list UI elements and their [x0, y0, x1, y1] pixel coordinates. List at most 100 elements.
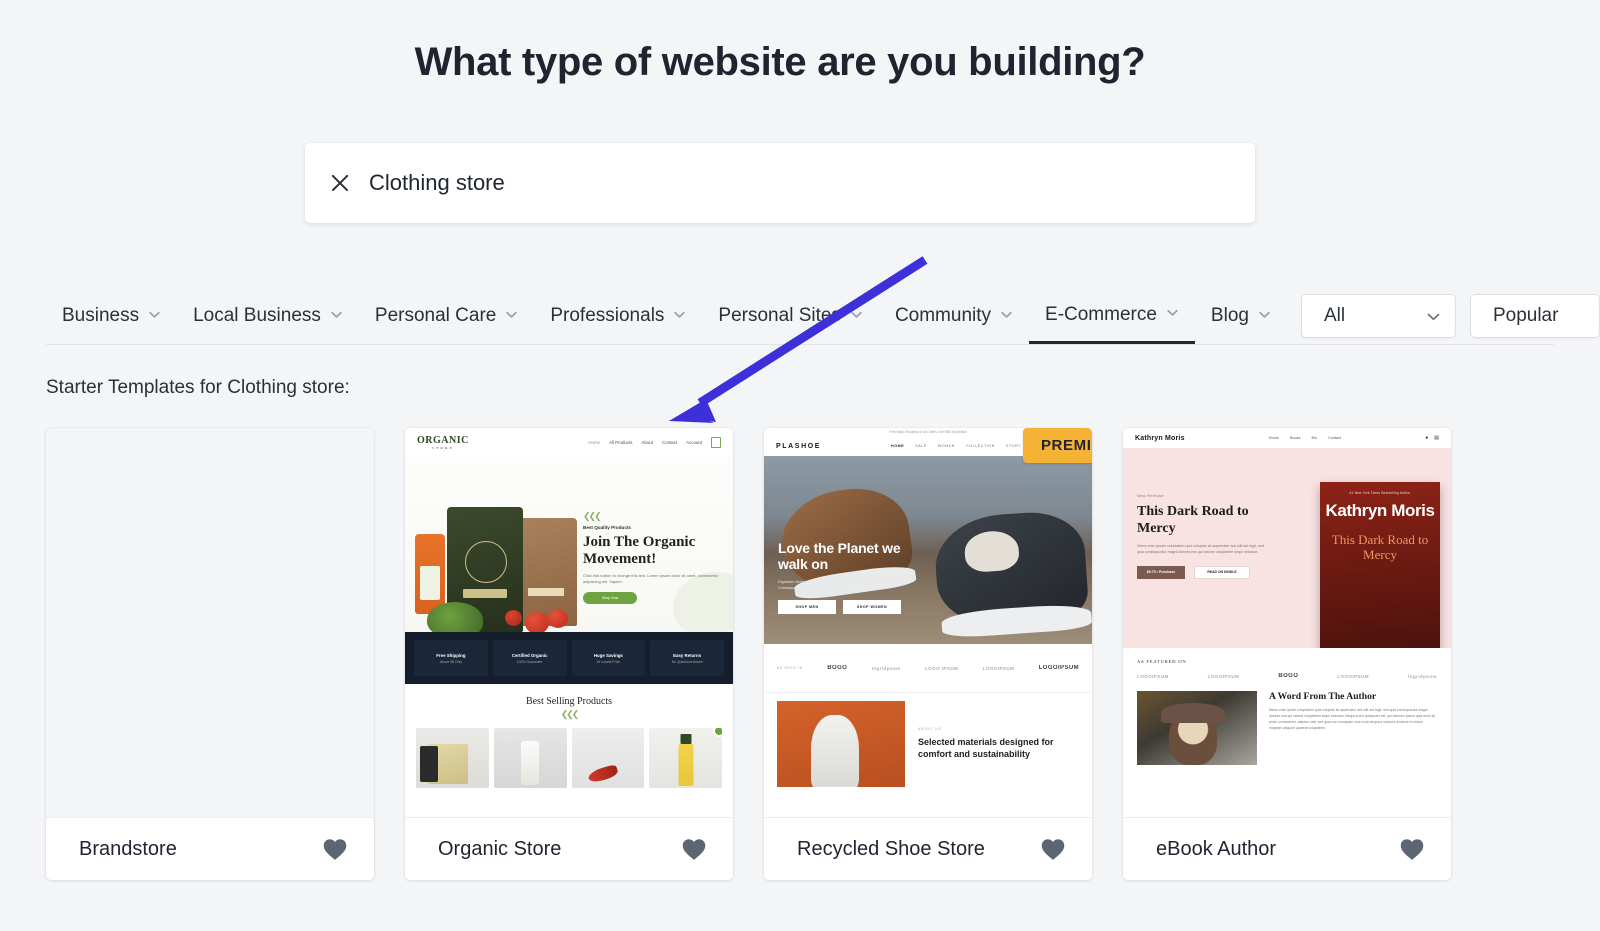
mini-author-section: A Word From The Author Nemo enim ipsam v…	[1123, 679, 1451, 765]
mini-body: Click edit button to change this text. L…	[583, 573, 725, 585]
template-card-footer: Recycled Shoe Store	[764, 818, 1092, 880]
mini-section-heading: A Word From The Author	[1269, 691, 1437, 702]
mini-logo-text: ORGANIC	[417, 435, 469, 446]
mini-brand-logo: BOGO	[827, 665, 847, 671]
mini-brand-logo: LOGO IPSUM	[925, 666, 958, 671]
tab-community[interactable]: Community	[879, 288, 1029, 344]
shoe-store-mini-site: Free Basic Shipping on All Orders Over $…	[764, 428, 1092, 817]
mini-nav-link: Books	[1290, 436, 1301, 440]
tab-professionals[interactable]: Professionals	[534, 288, 702, 344]
tab-personal-care[interactable]: Personal Care	[359, 288, 534, 344]
mini-product-thumb	[416, 728, 489, 788]
tab-business[interactable]: Business	[46, 288, 177, 344]
mini-feature: Easy Returns No Questions Asked	[650, 640, 724, 676]
mini-feature-sub: No Questions Asked	[672, 660, 703, 664]
tab-personal-sites[interactable]: Personal Sites	[702, 288, 879, 344]
mini-hero: Love the Planet we walk on Dignissim fer…	[764, 456, 1092, 644]
sort-filter-dropdown[interactable]: Popular	[1470, 294, 1600, 338]
tab-label: Professionals	[550, 305, 664, 327]
mini-logo-strip-label: AS SEEN IN	[777, 666, 803, 670]
tab-label: Local Business	[193, 305, 321, 327]
cart-icon	[711, 437, 721, 448]
add-to-cart-icon	[713, 728, 722, 737]
mini-feature-title: Huge Savings	[594, 653, 623, 658]
mini-brand-logo: LOGOIPSUM	[1039, 665, 1079, 671]
mini-kicker: Best Quality Products	[583, 525, 725, 530]
mini-logo: PLASHOE	[776, 443, 821, 450]
tab-blog[interactable]: Blog	[1195, 288, 1287, 344]
heart-icon[interactable]	[322, 837, 348, 861]
mini-body: Nemo enim ipsam voluptatem quia voluptas…	[1269, 708, 1437, 732]
template-title: Recycled Shoe Store	[797, 838, 985, 861]
mini-product-thumb	[649, 728, 722, 788]
mini-feature-sub: 100% Guarantee	[517, 660, 543, 664]
mini-features-bar: Free Shipping Above $5 Only Certified Or…	[405, 632, 733, 684]
shoe-photo-black	[932, 509, 1089, 629]
mini-feature-title: Certified Organic	[512, 653, 548, 658]
mini-section-heading: Selected materials designed for comfort …	[918, 736, 1079, 760]
mini-feature: Huge Savings At Lowest Price	[572, 640, 646, 676]
type-filter-dropdown[interactable]: All	[1301, 294, 1456, 338]
mini-brand-logo: LOGOIPSUM	[983, 666, 1015, 671]
book-cover-title: This Dark Road to Mercy	[1320, 533, 1440, 563]
template-card-recycled-shoe-store[interactable]: PREMIUM Free Basic Shipping on All Order…	[764, 428, 1092, 880]
heart-icon[interactable]	[681, 837, 707, 861]
mini-cta-button: Shop Now	[583, 592, 637, 604]
mini-brand-logo: LOGOIPSUM	[1137, 674, 1169, 679]
tab-label: Business	[62, 305, 139, 327]
template-preview	[46, 428, 374, 818]
close-icon[interactable]	[327, 170, 353, 196]
leaf-divider-icon: ❮❮❮	[583, 512, 725, 521]
search-field[interactable]	[305, 143, 1255, 223]
search-input[interactable]	[369, 170, 1169, 196]
template-preview: Kathryn Moris Home Books Bio Contact ● ▤	[1123, 428, 1451, 818]
tabs-divider	[46, 344, 1554, 345]
template-title: Brandstore	[79, 838, 177, 861]
tab-e-commerce[interactable]: E-Commerce	[1029, 288, 1195, 344]
mini-logo-strip: AS SEEN IN BOGO Ingridpsum LOGO IPSUM LO…	[764, 644, 1092, 692]
product-pouch-brown	[515, 518, 577, 626]
template-card-brandstore[interactable]: Brandstore	[46, 428, 374, 880]
template-title: eBook Author	[1156, 838, 1276, 861]
chevron-down-icon	[850, 308, 863, 321]
mini-nav-link: COLLECTION	[966, 444, 995, 448]
template-card-footer: eBook Author	[1123, 818, 1451, 880]
template-card-ebook-author[interactable]: Kathryn Moris Home Books Bio Contact ● ▤	[1123, 428, 1451, 880]
mini-cta-group: SHOP MEN SHOP WOMEN	[778, 600, 928, 614]
mini-product-row	[405, 720, 733, 788]
template-preview: Free Basic Shipping on All Orders Over $…	[764, 428, 1092, 818]
mini-cta-button: SHOP MEN	[778, 600, 836, 614]
mini-brand-logo: LOGOIPSUM	[1208, 674, 1240, 679]
heart-icon[interactable]	[1040, 837, 1066, 861]
mini-brand-logo: ingridpsum	[1408, 674, 1437, 679]
tab-local-business[interactable]: Local Business	[177, 288, 359, 344]
chevron-down-icon	[330, 308, 343, 321]
chevron-down-icon	[505, 308, 518, 321]
mini-brand-logo: BOGO	[1278, 673, 1298, 679]
template-card-organic-store[interactable]: ORGANIC STORE Home All Products About Co…	[405, 428, 733, 880]
mini-nav-link: Home	[588, 440, 600, 445]
chevron-down-icon	[1258, 308, 1271, 321]
tab-label: Community	[895, 305, 991, 327]
mini-hero: New Release This Dark Road to Mercy Nemo…	[1123, 448, 1451, 648]
mini-heading: This Dark Road to Mercy	[1137, 504, 1289, 537]
mini-brand-logo: LOGOIPSUM	[1337, 674, 1369, 679]
mini-body: Dignissim fermentum, aenean donec, preti…	[778, 579, 908, 591]
organic-store-mini-site: ORGANIC STORE Home All Products About Co…	[405, 428, 733, 817]
tab-label: Personal Care	[375, 305, 496, 327]
section-label: Starter Templates for Clothing store:	[46, 377, 350, 399]
heart-icon[interactable]	[1399, 837, 1425, 861]
mini-nav-link: Contact	[662, 440, 677, 445]
mini-book-cover: #1 New York Times Bestselling Author Kat…	[1320, 482, 1440, 648]
chevron-down-icon	[673, 308, 686, 321]
tab-label: Blog	[1211, 305, 1249, 327]
template-title: Organic Store	[438, 838, 561, 861]
mini-nav-link: WOMEN	[938, 444, 955, 448]
mini-nav: Kathryn Moris Home Books Bio Contact ● ▤	[1123, 428, 1451, 448]
type-filter-value: All	[1324, 305, 1345, 327]
tab-label: E-Commerce	[1045, 304, 1157, 326]
mini-nav-link: Contact	[1328, 436, 1341, 440]
mini-nav-link: Bio	[1312, 436, 1318, 440]
mini-nav-links: Home Books Bio Contact	[1269, 436, 1341, 440]
mini-best-selling: Best Selling Products ❮❮❮	[405, 684, 733, 788]
